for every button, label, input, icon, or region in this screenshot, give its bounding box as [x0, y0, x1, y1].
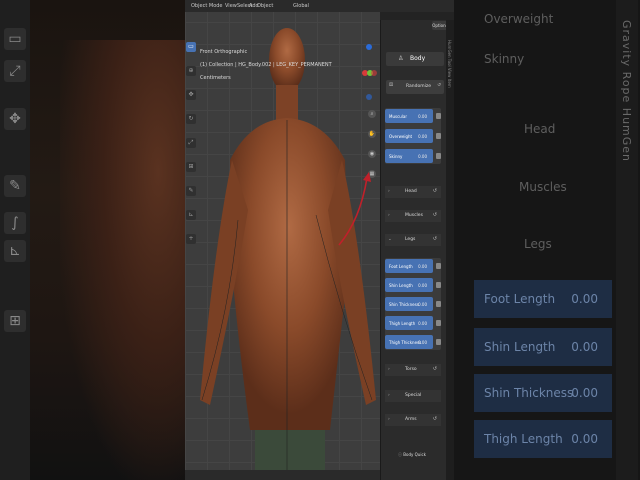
panel-header-bar [380, 12, 454, 20]
slider-shin-length[interactable]: Shin Length 0.00 [385, 278, 441, 292]
body-title-bar: ♙ Body [386, 52, 444, 66]
keyframe-icon[interactable] [436, 282, 441, 288]
select-tool-icon[interactable]: ▭ [186, 42, 196, 52]
red-annotation-arrow [338, 172, 371, 246]
slider-shin-thickness[interactable]: Shin Thickness 0.00 [385, 297, 441, 311]
viewport-toolbar: ▭ ⊕ ✥ ↻ ⤢ ⊞ ✎ ⊾ + [186, 42, 196, 258]
transform-tool-icon[interactable]: ⊞ [186, 162, 196, 172]
keyframe-icon[interactable] [436, 153, 441, 159]
add-tool-icon[interactable]: + [186, 234, 196, 244]
annotate-tool-icon[interactable]: ✎ [186, 186, 196, 196]
view-name: Front Orthographic [200, 49, 248, 55]
navigation-gizmo[interactable] [362, 44, 377, 104]
bg-vertical-tab: Gravity Rope HumGen [616, 0, 638, 480]
curve-icon: ∫ [4, 212, 26, 234]
bg-row-thigh-length: Thigh Length 0.00 [474, 420, 612, 458]
bg-section-legs: Legs [524, 237, 552, 251]
keyframe-icon[interactable] [436, 113, 441, 119]
scale-tool-icon[interactable]: ⤢ [186, 138, 196, 148]
reset-icon[interactable]: ↺ [433, 366, 437, 372]
section-torso[interactable]: › Torso ↺ [385, 364, 441, 376]
reset-icon[interactable]: ↺ [437, 83, 441, 88]
keyframe-icon[interactable] [436, 133, 441, 139]
annotate-icon: ✎ [4, 175, 26, 197]
bg-section-head: Head [524, 122, 556, 136]
section-muscles[interactable]: › Muscles ↺ [385, 210, 441, 222]
keyframe-icon[interactable] [436, 263, 441, 269]
sidebar-tab-strip [446, 20, 454, 480]
dice-icon: ⚄ [389, 83, 393, 88]
section-head[interactable]: › Head ↺ [385, 186, 441, 198]
menu-view[interactable]: View [225, 3, 237, 9]
move-tool-icon[interactable]: ✥ [186, 90, 196, 100]
section-legs[interactable]: ⌄ Legs ↺ [385, 234, 441, 246]
slider-thigh-length[interactable]: Thigh Length 0.00 [385, 316, 441, 330]
pan-icon[interactable]: ✋ [368, 130, 376, 138]
section-special[interactable]: › Special [385, 390, 441, 402]
keyframe-icon[interactable] [436, 339, 441, 345]
slider-muscular[interactable]: Muscular 0.00 [385, 109, 441, 123]
viewport-header: Object Mode View Select Add Object Globa… [185, 0, 454, 12]
footer-label: ⓘ Body Quick [398, 452, 426, 457]
chevron-right-icon: › [388, 189, 390, 194]
transform-icon: ✥ [4, 108, 26, 130]
body-title: Body [410, 55, 426, 62]
keyframe-icon[interactable] [436, 301, 441, 307]
background-left-blur: ▭ ⤢ ✥ ✎ ∫ ⊾ ⊞ [0, 0, 200, 480]
neg-z-axis-icon[interactable] [366, 94, 372, 100]
measure-icon: ⊾ [4, 240, 26, 262]
keyframe-icon[interactable] [436, 320, 441, 326]
bg-row-shin-length: Shin Length 0.00 [474, 328, 612, 366]
bg-section-muscles: Muscles [519, 180, 567, 194]
chevron-right-icon: › [388, 393, 390, 398]
bg-row-skinny: Skinny [484, 52, 525, 66]
status-bar [185, 470, 380, 480]
collection-info: (1) Collection | HG_Body.002 | LEG_KEY_P… [200, 62, 332, 68]
info-icon: ⓘ [398, 452, 402, 457]
cursor-tool-icon[interactable]: ⊕ [186, 66, 196, 76]
sidebar-tabs[interactable]: HumGen Tool View Item [447, 40, 452, 88]
slider-skinny[interactable]: Skinny 0.00 [385, 149, 441, 163]
slider-thigh-thickness[interactable]: Thigh Thickness 0.00 [385, 335, 441, 349]
add-cube-icon: ⊞ [4, 310, 26, 332]
chevron-right-icon: › [388, 417, 390, 422]
slider-foot-length[interactable]: Foot Length 0.00 [385, 259, 441, 273]
bg-row-overweight: Overweight [484, 12, 554, 26]
chevron-right-icon: › [388, 367, 390, 372]
z-axis-icon[interactable] [366, 44, 372, 50]
reset-icon[interactable]: ↺ [433, 416, 437, 422]
chevron-right-icon: › [388, 213, 390, 218]
reset-icon[interactable]: ↺ [433, 188, 437, 194]
body-icon: ♙ [398, 55, 404, 62]
transform-orientation[interactable]: Global [293, 3, 309, 9]
viewport-info: Front Orthographic (1) Collection | HG_B… [200, 46, 332, 85]
neg-x-axis-icon[interactable] [371, 70, 377, 76]
measure-tool-icon[interactable]: ⊾ [186, 210, 196, 220]
slider-overweight[interactable]: Overweight 0.00 [385, 129, 441, 143]
section-arms[interactable]: › Arms ↺ [385, 414, 441, 426]
reset-icon[interactable]: ↺ [433, 212, 437, 218]
blurred-toolbar: ▭ ⤢ ✥ ✎ ∫ ⊾ ⊞ [0, 0, 30, 480]
bg-row-foot-length: Foot Length 0.00 [474, 280, 612, 318]
select-box-icon: ▭ [4, 28, 26, 50]
reset-icon[interactable]: ↺ [433, 236, 437, 242]
zoom-icon[interactable]: ⌕ [368, 110, 376, 118]
background-right-blur: Overweight Skinny Head Muscles Legs Foot… [454, 0, 640, 480]
camera-icon[interactable]: ◉ [368, 150, 376, 158]
rotate-tool-icon[interactable]: ↻ [186, 114, 196, 124]
menu-object[interactable]: Object [257, 3, 273, 9]
scale-icon: ⤢ [4, 60, 26, 82]
blurred-figure [60, 40, 200, 480]
mode-dropdown[interactable]: Object Mode [191, 3, 223, 9]
randomize-button[interactable]: ⚄ Randomize ↺ [386, 80, 444, 94]
top-sliders-group: Muscular 0.00 Overweight 0.00 Skinny 0.00 [385, 108, 441, 164]
bg-row-shin-thickness: Shin Thickness 0.00 [474, 374, 612, 412]
units-label: Centimeters [200, 75, 231, 81]
leg-sliders-group: Foot Length 0.00 Shin Length 0.00 Shin Thi… [385, 258, 441, 350]
chevron-down-icon: ⌄ [388, 237, 392, 242]
